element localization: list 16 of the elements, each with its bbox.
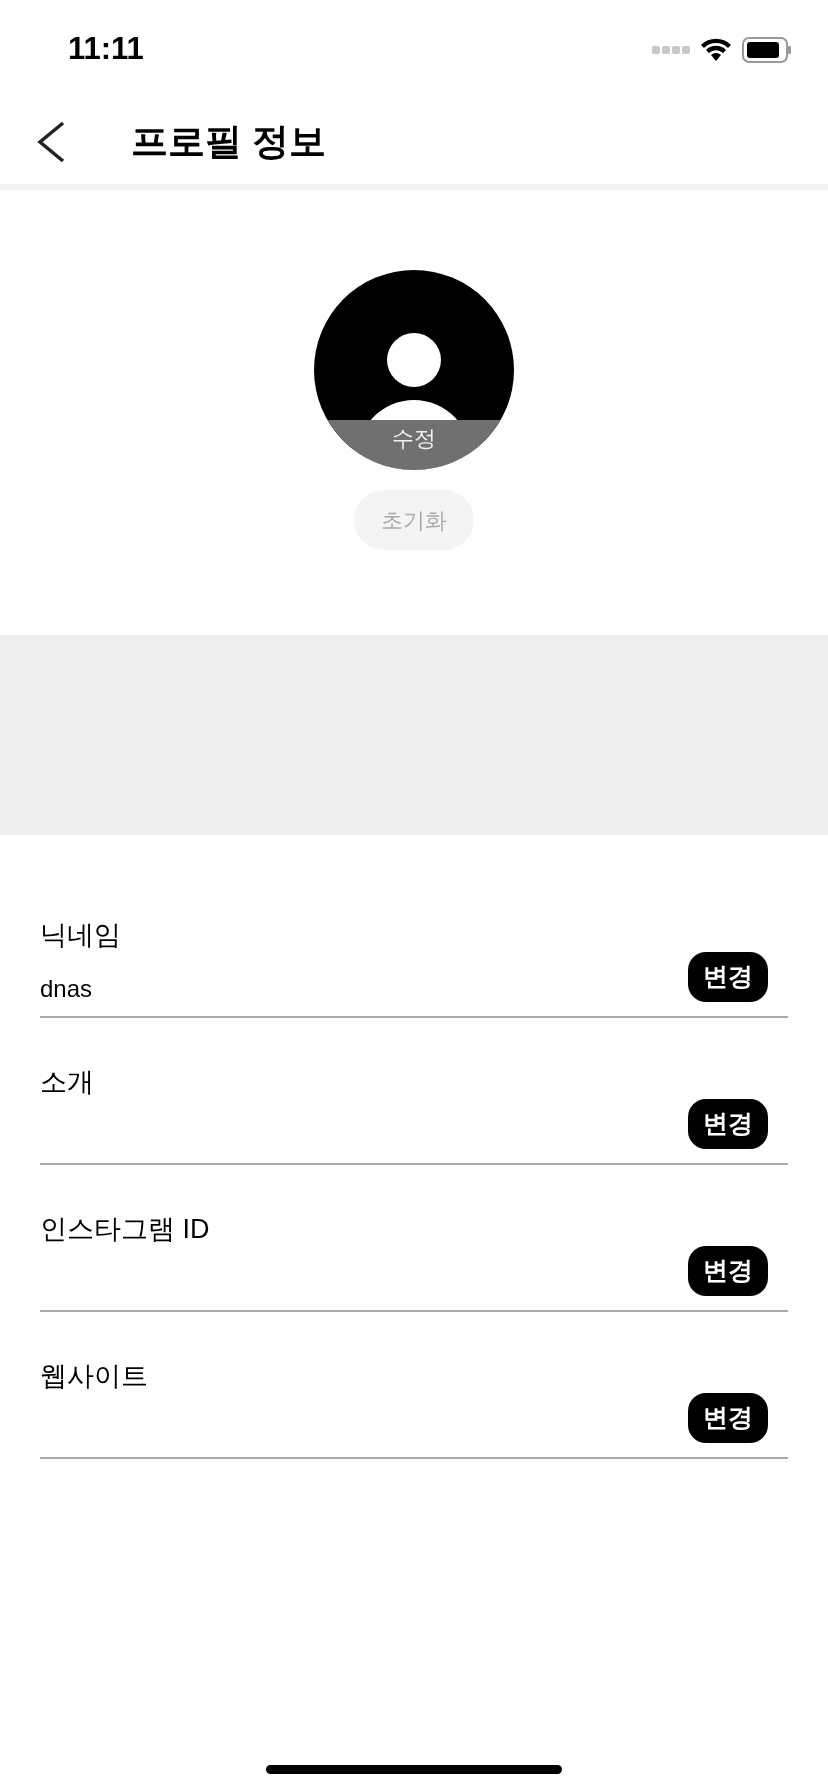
field-label: 소개 bbox=[40, 1066, 95, 1099]
change-button[interactable]: 변경 bbox=[688, 1246, 768, 1296]
wifi-icon bbox=[700, 38, 732, 62]
field-label: 인스타그램 ID bbox=[40, 1213, 211, 1246]
field-label: 닉네임 bbox=[40, 919, 122, 952]
page-title: 프로필 정보 bbox=[131, 120, 327, 165]
change-button[interactable]: 변경 bbox=[688, 952, 768, 1002]
signal-icon bbox=[652, 45, 690, 55]
avatar-edit-button[interactable]: 수정 bbox=[314, 270, 514, 470]
field-label: 웹사이트 bbox=[40, 1360, 149, 1393]
back-icon bbox=[36, 121, 66, 163]
change-button[interactable]: 변경 bbox=[688, 1099, 768, 1149]
change-button[interactable]: 변경 bbox=[688, 1393, 768, 1443]
field-value: dnas bbox=[40, 974, 93, 1004]
battery-icon bbox=[742, 37, 792, 63]
status-time: 11:11 bbox=[68, 29, 144, 68]
